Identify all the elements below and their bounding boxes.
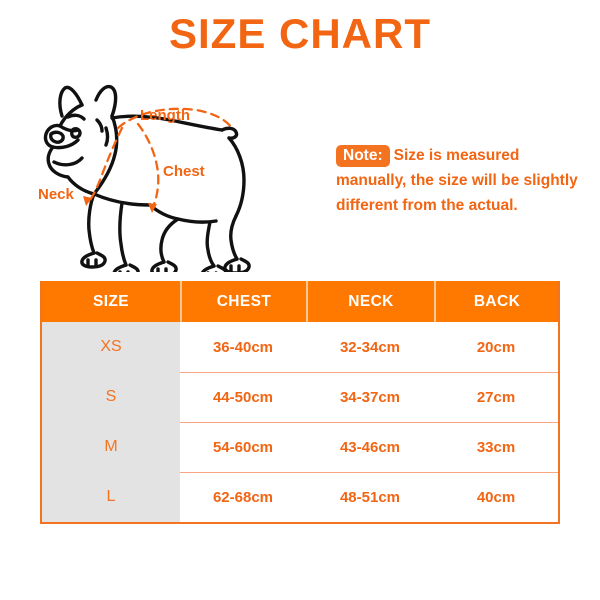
column-header-size: SIZE	[92, 292, 130, 310]
cell-size: L	[42, 472, 180, 522]
length-label: Length	[140, 107, 190, 124]
note-block: Note: Size is measured manually, the size…	[336, 143, 580, 218]
cell-size: XS	[42, 322, 180, 372]
table-row: S 44-50cm 34-37cm 27cm	[42, 372, 558, 422]
cell-back: 20cm	[476, 338, 516, 356]
note-badge: Note:	[336, 145, 390, 167]
french-bulldog-diagram: Length Chest Neck	[18, 72, 328, 272]
cell-back: 40cm	[434, 472, 558, 522]
column-header-neck: NECK	[306, 281, 434, 322]
chest-measure-line	[136, 122, 160, 211]
cell-back: 27cm	[434, 372, 558, 422]
cell-chest: 44-50cm	[180, 372, 306, 422]
page-title: SIZE CHART	[169, 10, 431, 57]
cell-size: S	[42, 372, 180, 422]
cell-neck: 32-34cm	[339, 338, 401, 356]
table-row: M 54-60cm 43-46cm 33cm	[42, 422, 558, 472]
table-header-row: SIZE CHEST NECK BACK	[42, 281, 558, 322]
table-row: L 62-68cm 48-51cm 40cm	[42, 472, 558, 522]
chest-label: Chest	[163, 163, 205, 180]
cell-chest: 36-40cm	[212, 338, 274, 356]
column-header-back: BACK	[434, 281, 558, 322]
table-row: XS 36-40cm 32-34cm 20cm	[42, 322, 558, 372]
cell-neck: 34-37cm	[306, 372, 434, 422]
cell-neck: 48-51cm	[306, 472, 434, 522]
size-chart-table: SIZE CHEST NECK BACK XS 36-40cm 32-34cm …	[40, 281, 560, 524]
cell-back: 33cm	[434, 422, 558, 472]
cell-chest: 62-68cm	[180, 472, 306, 522]
column-header-chest: CHEST	[180, 281, 306, 322]
cell-neck: 43-46cm	[306, 422, 434, 472]
cell-chest: 54-60cm	[180, 422, 306, 472]
cell-size: M	[42, 422, 180, 472]
neck-label: Neck	[38, 186, 75, 203]
